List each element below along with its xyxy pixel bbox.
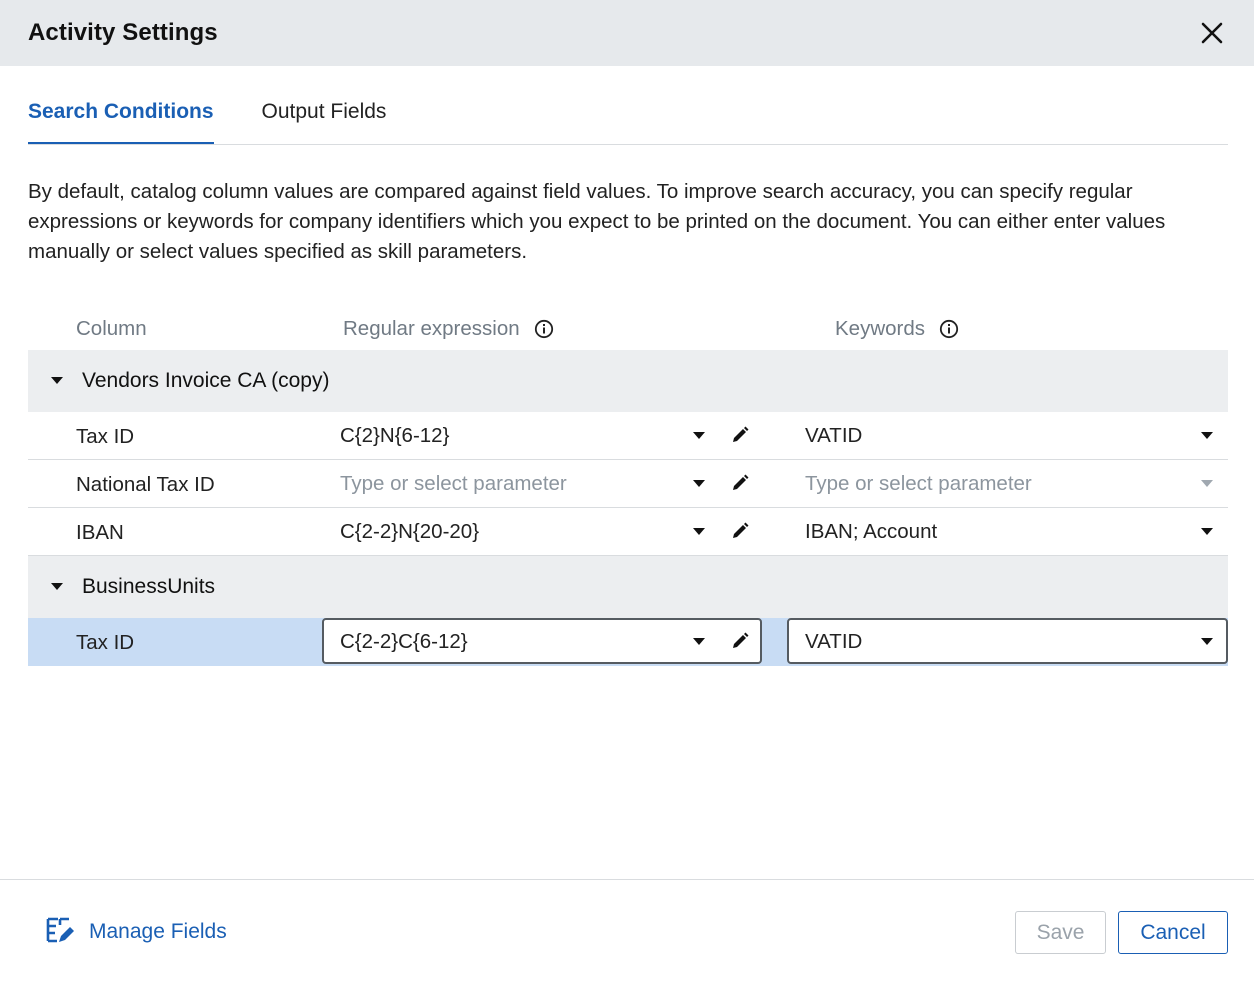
manage-fields-label: Manage Fields bbox=[89, 920, 227, 943]
chevron-down-icon[interactable] bbox=[692, 637, 706, 647]
tab-output-fields[interactable]: Output Fields bbox=[262, 88, 387, 144]
regex-value: C{2-2}N{20-20} bbox=[340, 520, 480, 543]
chevron-down-icon[interactable] bbox=[1200, 431, 1214, 441]
caret-down-icon[interactable] bbox=[50, 582, 64, 592]
caret-down-icon[interactable] bbox=[50, 376, 64, 386]
column-name: Tax ID bbox=[76, 631, 135, 654]
cancel-button[interactable]: Cancel bbox=[1118, 911, 1228, 954]
pencil-icon[interactable] bbox=[730, 521, 750, 541]
close-button[interactable] bbox=[1198, 19, 1226, 47]
manage-fields-link[interactable]: Manage Fields bbox=[45, 916, 227, 948]
regex-input[interactable]: Type or select parameter bbox=[322, 460, 762, 508]
column-header-keywords: Keywords bbox=[835, 317, 959, 341]
chevron-down-icon[interactable] bbox=[1200, 479, 1214, 489]
group-row-vendors-invoice[interactable]: Vendors Invoice CA (copy) bbox=[28, 350, 1228, 412]
table-header: Column Regular expression Keywords bbox=[28, 305, 1228, 350]
info-icon[interactable] bbox=[534, 319, 554, 339]
close-icon bbox=[1201, 22, 1223, 44]
column-name: IBAN bbox=[76, 521, 124, 544]
keywords-value: VATID bbox=[805, 630, 863, 653]
group-label: Vendors Invoice CA (copy) bbox=[82, 369, 330, 392]
activity-settings-dialog: Activity Settings Search Conditions Outp… bbox=[0, 0, 1254, 981]
table-row[interactable]: Tax ID C{2}N{6-12} VATID bbox=[28, 412, 1228, 460]
column-name: National Tax ID bbox=[76, 473, 215, 496]
regex-value: C{2}N{6-12} bbox=[340, 424, 450, 447]
pencil-icon[interactable] bbox=[730, 631, 750, 651]
column-header-column: Column bbox=[76, 317, 147, 341]
description-text: By default, catalog column values are co… bbox=[28, 180, 1166, 263]
chevron-down-icon[interactable] bbox=[1200, 527, 1214, 537]
dialog-footer: Manage Fields Save Cancel bbox=[0, 879, 1254, 981]
group-row-business-units[interactable]: BusinessUnits bbox=[28, 556, 1228, 618]
column-header-label: Keywords bbox=[835, 317, 926, 340]
chevron-down-icon[interactable] bbox=[1200, 637, 1214, 647]
chevron-down-icon[interactable] bbox=[692, 479, 706, 489]
table-row[interactable]: IBAN C{2-2}N{20-20} IBAN; Account bbox=[28, 508, 1228, 556]
table-row-selected[interactable]: Tax ID C{2-2}C{6-12} VATID bbox=[28, 618, 1228, 666]
info-icon[interactable] bbox=[939, 319, 959, 339]
group-label: BusinessUnits bbox=[82, 575, 216, 598]
chevron-down-icon[interactable] bbox=[692, 431, 706, 441]
regex-input[interactable]: C{2-2}N{20-20} bbox=[322, 508, 762, 556]
keywords-input[interactable]: IBAN; Account bbox=[787, 508, 1228, 556]
column-header-label: Regular expression bbox=[343, 317, 520, 340]
chevron-down-icon[interactable] bbox=[692, 527, 706, 537]
keywords-input[interactable]: VATID bbox=[787, 412, 1228, 460]
dialog-header: Activity Settings bbox=[0, 0, 1254, 66]
save-button[interactable]: Save bbox=[1015, 911, 1106, 954]
dialog-title: Activity Settings bbox=[28, 19, 218, 46]
pencil-icon[interactable] bbox=[730, 473, 750, 493]
tab-search-conditions[interactable]: Search Conditions bbox=[28, 88, 214, 144]
column-header-label: Column bbox=[76, 317, 147, 340]
regex-input[interactable]: C{2}N{6-12} bbox=[322, 412, 762, 460]
table-row[interactable]: National Tax ID Type or select parameter… bbox=[28, 460, 1228, 508]
keywords-value: IBAN; Account bbox=[805, 520, 938, 543]
keywords-placeholder: Type or select parameter bbox=[805, 472, 1032, 495]
keywords-input[interactable]: VATID bbox=[787, 618, 1228, 664]
tab-bar: Search Conditions Output Fields bbox=[28, 88, 1228, 145]
pencil-icon[interactable] bbox=[730, 425, 750, 445]
regex-input[interactable]: C{2-2}C{6-12} bbox=[322, 618, 762, 664]
column-name: Tax ID bbox=[76, 425, 135, 448]
regex-placeholder: Type or select parameter bbox=[340, 472, 567, 495]
keywords-input[interactable]: Type or select parameter bbox=[787, 460, 1228, 508]
regex-value: C{2-2}C{6-12} bbox=[340, 630, 468, 653]
manage-fields-icon bbox=[46, 917, 74, 943]
search-conditions-table: Column Regular expression Keywords Vendo… bbox=[28, 305, 1228, 666]
column-header-regex: Regular expression bbox=[343, 317, 554, 341]
keywords-value: VATID bbox=[805, 424, 863, 447]
